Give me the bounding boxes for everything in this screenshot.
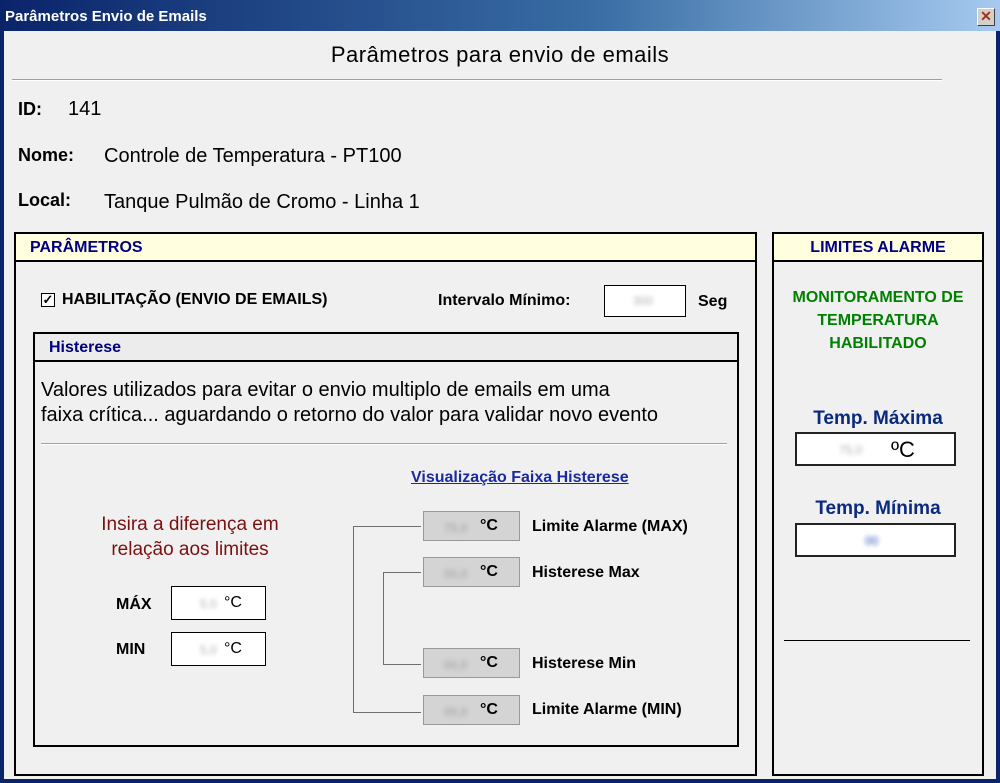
intervalo-value: 300 <box>633 294 654 308</box>
min-label: MIN <box>116 641 146 658</box>
histerese-min-unit: °C <box>480 654 498 671</box>
histerese-title: Histerese <box>49 339 122 356</box>
parametros-title: PARÂMETROS <box>30 239 143 256</box>
limite-min-value: 00,0 <box>444 705 468 719</box>
temp-max-input[interactable]: 75,0 ºC <box>795 432 956 466</box>
histerese-description: Valores utilizados para evitar o envio m… <box>41 378 658 428</box>
bracket-outer-top <box>353 526 421 527</box>
limite-max-label: Limite Alarme (MAX) <box>532 518 688 535</box>
histerese-hint: Insira a diferença em relação aos limite… <box>60 512 320 562</box>
temp-max-value: 75,0 <box>839 443 863 457</box>
local-value: Tanque Pulmão de Cromo - Linha 1 <box>104 191 420 213</box>
nome-label: Nome: <box>18 145 75 165</box>
histerese-max-box: 00,0 °C <box>423 557 520 587</box>
histerese-divider <box>41 443 727 445</box>
max-input[interactable]: 5,0 °C <box>171 586 266 620</box>
limites-panel: LIMITES ALARME MONITORAMENTO DE TEMPERAT… <box>772 232 984 776</box>
min-input[interactable]: 5,0 °C <box>171 632 266 666</box>
temp-max-unit: ºC <box>891 437 915 462</box>
intervalo-unit: Seg <box>698 293 728 310</box>
limites-header: LIMITES ALARME <box>774 234 982 262</box>
monitoramento-status: MONITORAMENTO DE TEMPERATURA HABILITADO <box>774 286 982 355</box>
intervalo-input[interactable]: 300 <box>604 285 686 317</box>
limite-max-value: 75,0 <box>444 521 468 535</box>
window-titlebar: Parâmetros Envio de Emails ✕ <box>0 0 1000 31</box>
window-client: Parâmetros para envio de emails ID: 141 … <box>4 31 996 779</box>
limite-min-unit: °C <box>480 701 498 718</box>
limites-title: LIMITES ALARME <box>810 239 946 256</box>
window-title: Parâmetros Envio de Emails <box>5 8 207 25</box>
max-unit: °C <box>224 594 242 611</box>
bracket-outer-bottom <box>353 712 421 713</box>
id-label: ID: <box>18 99 42 119</box>
histerese-min-value: 00,0 <box>444 658 468 672</box>
histerese-max-value: 00,0 <box>444 567 468 581</box>
bracket-inner-bottom <box>383 664 421 665</box>
max-value: 5,0 <box>200 597 217 611</box>
temp-min-value: 00 <box>865 534 879 548</box>
habilitacao-checkbox[interactable]: ✓ <box>41 293 55 307</box>
page-title: Parâmetros para envio de emails <box>330 42 670 67</box>
histerese-header: Histerese <box>35 334 737 362</box>
limite-min-box: 00,0 °C <box>423 695 520 725</box>
temp-max-label: Temp. Máxima <box>813 408 943 429</box>
header-divider <box>12 79 942 81</box>
nome-value: Controle de Temperatura - PT100 <box>104 145 402 167</box>
bracket-inner-top <box>383 572 421 573</box>
intervalo-label: Intervalo Mínimo: <box>438 292 571 309</box>
visualizacao-link[interactable]: Visualização Faixa Histerese <box>411 469 629 487</box>
limite-min-label: Limite Alarme (MIN) <box>532 701 682 718</box>
bracket-inner-vertical <box>383 572 384 664</box>
id-value: 141 <box>68 98 102 120</box>
temp-min-input[interactable]: 00 <box>795 523 956 557</box>
parametros-panel: PARÂMETROS ✓ HABILITAÇÃO (ENVIO DE EMAIL… <box>14 232 757 776</box>
limite-max-unit: °C <box>480 517 498 534</box>
local-label: Local: <box>18 190 72 210</box>
habilitacao-label: HABILITAÇÃO (ENVIO DE EMAILS) <box>62 291 328 308</box>
histerese-description-line1: Valores utilizados para evitar o envio m… <box>41 379 610 401</box>
temp-min-label: Temp. Mínima <box>815 498 941 519</box>
min-value: 5,0 <box>200 643 217 657</box>
limite-max-box: 75,0 °C <box>423 511 520 541</box>
histerese-description-line2: faixa crítica... aguardando o retorno do… <box>41 404 659 426</box>
histerese-panel: Histerese Valores utilizados para evitar… <box>33 332 739 747</box>
parametros-header: PARÂMETROS <box>16 234 755 262</box>
histerese-max-unit: °C <box>480 563 498 580</box>
bracket-outer-vertical <box>353 526 354 712</box>
histerese-min-label: Histerese Min <box>532 655 637 672</box>
close-icon[interactable]: ✕ <box>977 8 995 26</box>
limites-divider <box>784 640 970 641</box>
histerese-min-box: 00,0 °C <box>423 648 520 678</box>
histerese-max-label: Histerese Max <box>532 564 640 581</box>
status-line1: MONITORAMENTO DE <box>792 289 964 306</box>
hint-line1: Insira a diferença em <box>101 514 279 535</box>
status-line3: HABILITADO <box>829 335 927 352</box>
hint-line2: relação aos limites <box>111 539 269 560</box>
max-label: MÁX <box>116 596 152 613</box>
min-unit: °C <box>224 640 242 657</box>
status-line2: TEMPERATURA <box>817 312 939 329</box>
